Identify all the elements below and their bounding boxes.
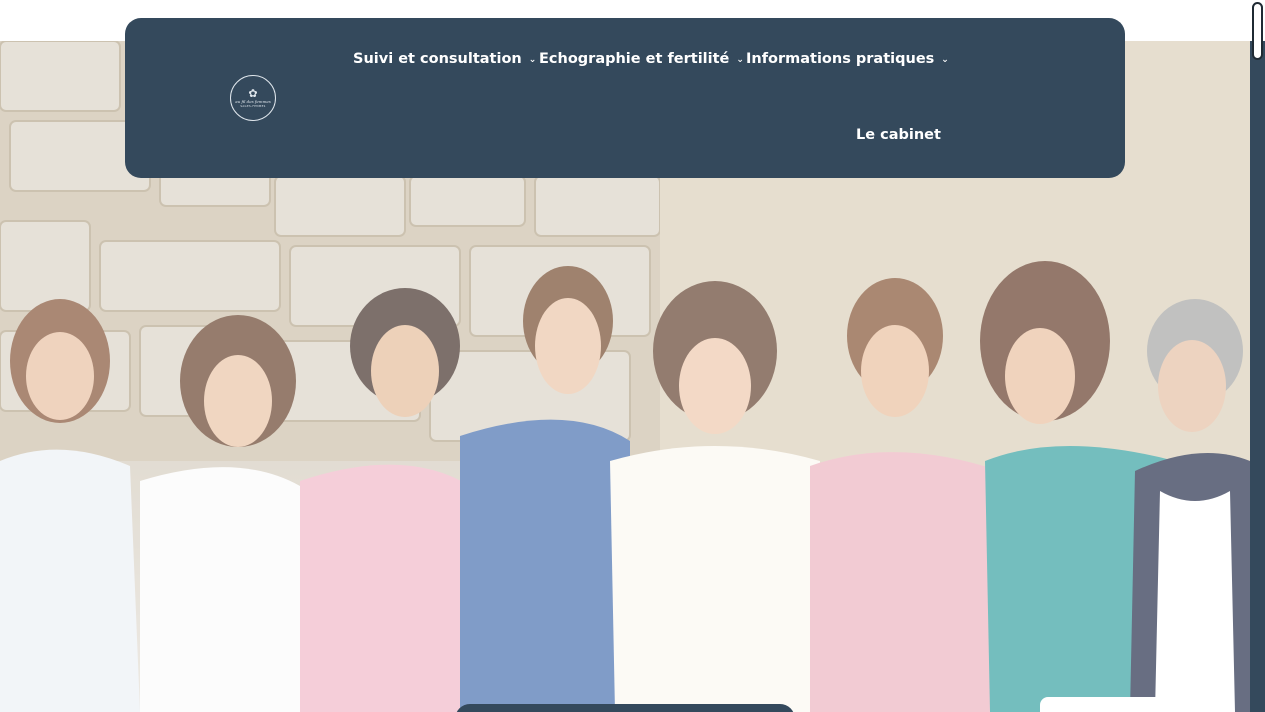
nav-item-label: Echographie et fertilité: [539, 51, 730, 67]
nav-item-label: Suivi et consultation: [353, 51, 522, 67]
nav-item-informations-pratiques[interactable]: Informations pratiques ⌄: [746, 51, 949, 67]
nav-item-label: Le cabinet: [856, 127, 941, 143]
chevron-down-icon: ⌄: [736, 55, 744, 65]
chevron-down-icon: ⌄: [941, 55, 949, 65]
main-menu: Suivi et consultation ⌄ Echographie et f…: [125, 18, 1125, 178]
floating-card[interactable]: [1040, 697, 1211, 712]
nav-item-suivi-consultation[interactable]: Suivi et consultation ⌄: [353, 51, 536, 67]
scrollbar-thumb[interactable]: [1252, 2, 1263, 60]
nav-item-label: Informations pratiques: [746, 51, 935, 67]
page-edge-strip: [1250, 41, 1265, 712]
nav-item-echographie-fertilite[interactable]: Echographie et fertilité ⌄: [539, 51, 744, 67]
chevron-down-icon: ⌄: [528, 55, 537, 65]
nav-item-le-cabinet[interactable]: Le cabinet: [856, 127, 941, 143]
header-nav-card: ✿ au fil des femmes SAGES-FEMMES Suivi e…: [125, 18, 1125, 178]
hero-cta-button[interactable]: [455, 704, 795, 712]
